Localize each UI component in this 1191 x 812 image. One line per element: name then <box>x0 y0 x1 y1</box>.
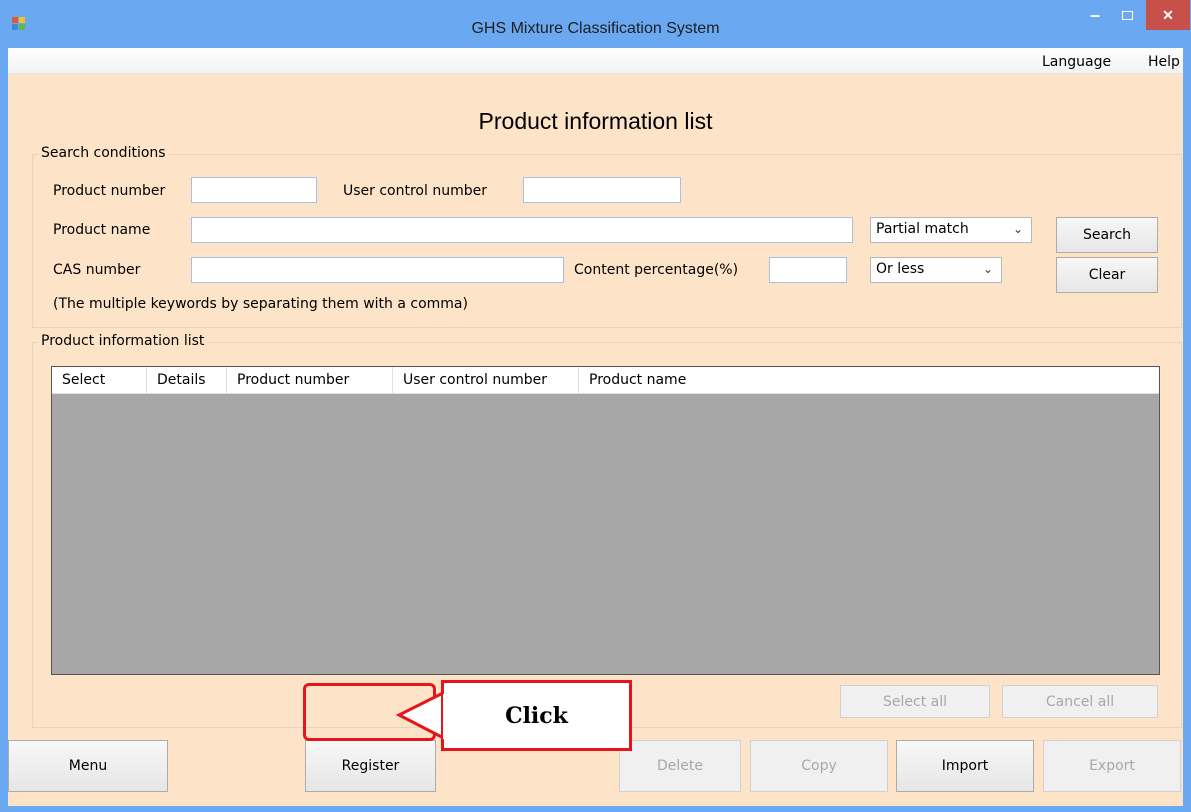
search-conditions-label: Search conditions <box>38 145 169 161</box>
maximize-icon <box>1121 10 1133 20</box>
product-name-label: Product name <box>53 222 151 238</box>
column-details[interactable]: Details <box>147 367 227 394</box>
menu-button[interactable]: Menu <box>8 740 168 792</box>
product-list-label: Product information list <box>38 333 208 349</box>
comparison-dropdown[interactable]: Or less ⌄ <box>870 257 1002 283</box>
product-name-field[interactable] <box>191 217 853 243</box>
window-title: GHS Mixture Classification System <box>471 20 720 37</box>
search-button[interactable]: Search <box>1056 217 1158 253</box>
user-control-number-label: User control number <box>343 183 487 199</box>
column-select[interactable]: Select <box>52 367 147 394</box>
chevron-down-icon: ⌄ <box>982 262 993 276</box>
search-hint: (The multiple keywords by separating the… <box>53 296 468 312</box>
close-button[interactable]: ✕ <box>1146 0 1190 30</box>
match-mode-value: Partial match <box>876 221 969 237</box>
application-window: GHS Mixture Classification System – ✕ La… <box>0 0 1191 812</box>
import-button[interactable]: Import <box>896 740 1034 792</box>
cas-number-label: CAS number <box>53 262 141 278</box>
product-number-label: Product number <box>53 183 166 199</box>
menu-bar: Language Help <box>8 48 1183 74</box>
match-mode-dropdown[interactable]: Partial match ⌄ <box>870 217 1032 243</box>
column-user-control-number[interactable]: User control number <box>393 367 579 394</box>
product-number-field[interactable] <box>191 177 317 203</box>
delete-button[interactable]: Delete <box>619 740 741 792</box>
cas-number-field[interactable] <box>191 257 564 283</box>
comparison-value: Or less <box>876 261 925 277</box>
click-callout: Click <box>441 680 632 751</box>
column-product-name[interactable]: Product name <box>579 367 1159 394</box>
content-percentage-field[interactable] <box>769 257 847 283</box>
export-button[interactable]: Export <box>1043 740 1181 792</box>
menu-help[interactable]: Help <box>1148 54 1180 70</box>
user-control-number-field[interactable] <box>523 177 681 203</box>
callout-text: Click <box>505 702 568 729</box>
product-table[interactable]: Select Details Product number User contr… <box>51 366 1160 675</box>
column-product-number[interactable]: Product number <box>227 367 393 394</box>
cancel-all-button[interactable]: Cancel all <box>1002 685 1158 718</box>
maximize-button[interactable] <box>1112 0 1142 30</box>
content-percentage-label: Content percentage(%) <box>574 262 739 278</box>
minimize-button[interactable]: – <box>1080 0 1110 30</box>
menu-language[interactable]: Language <box>1042 54 1111 70</box>
select-all-button[interactable]: Select all <box>840 685 990 718</box>
page-title: Product information list <box>478 108 713 134</box>
title-bar[interactable]: GHS Mixture Classification System – ✕ <box>0 0 1191 48</box>
chevron-down-icon: ⌄ <box>1012 222 1023 236</box>
table-header: Select Details Product number User contr… <box>52 367 1159 394</box>
copy-button[interactable]: Copy <box>750 740 888 792</box>
callout-arrow-cover <box>443 694 449 739</box>
clear-button[interactable]: Clear <box>1056 257 1158 293</box>
